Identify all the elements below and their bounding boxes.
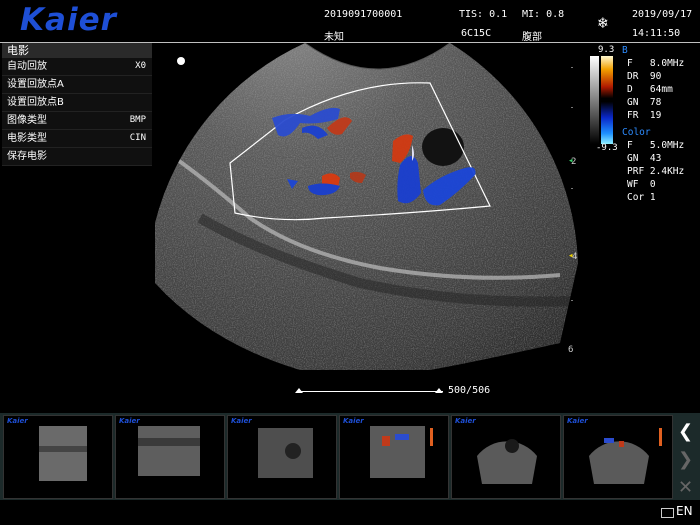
thumbnail[interactable]: Kaier xyxy=(339,415,449,499)
menu-title: 电影 xyxy=(2,43,152,58)
depth-label: 2 xyxy=(571,157,577,167)
menu-item-value: X0 xyxy=(135,61,146,71)
menu-item-label: 保存电影 xyxy=(7,151,47,162)
b-param-row: F 8.0MHz xyxy=(627,58,685,69)
menu-item-cine-type[interactable]: 电影类型 CIN xyxy=(2,130,152,148)
cine-start-marker-icon[interactable] xyxy=(295,388,303,393)
thumbnail[interactable]: Kaier xyxy=(451,415,561,499)
b-param-row: DR 90 xyxy=(627,71,662,82)
menu-item-auto-replay[interactable]: 自动回放 X0 xyxy=(2,58,152,76)
thumbnail-logo: Kaier xyxy=(119,417,140,425)
orientation-marker xyxy=(177,57,185,65)
freeze-snowflake-icon[interactable]: ❄ xyxy=(598,13,608,32)
color-param-row: PRF 2.4KHz xyxy=(627,166,685,177)
menu-item-label: 设置回放点B xyxy=(7,97,64,108)
thumbnail-image xyxy=(477,439,537,484)
prev-page-chevron-icon[interactable]: ❮ xyxy=(678,421,693,442)
menu-item-label: 图像类型 xyxy=(7,115,47,126)
depth-label: 4 xyxy=(572,252,578,262)
thumbnail-image xyxy=(370,426,433,478)
thumbnail-image xyxy=(258,428,313,478)
menu-item-value: BMP xyxy=(129,115,146,125)
thumbnail[interactable]: Kaier xyxy=(115,415,225,499)
cine-end-marker-icon[interactable] xyxy=(435,388,443,393)
b-param-row: D 64mm xyxy=(627,84,673,95)
thumbnail-logo: Kaier xyxy=(7,417,28,425)
cine-slider[interactable] xyxy=(295,383,447,395)
menu-item-label: 电影类型 xyxy=(7,133,47,144)
color-param-row: F 5.0MHz xyxy=(627,140,685,151)
cine-track xyxy=(297,391,443,392)
patient-name: 未知 xyxy=(324,32,344,43)
thumbnail-logo: Kaier xyxy=(567,417,588,425)
color-scale-bar xyxy=(601,56,613,144)
cine-menu: 电影 自动回放 X0 设置回放点A 设置回放点B 图像类型 BMP 电影类型 CIN … xyxy=(2,43,152,166)
b-param-row: GN 78 xyxy=(627,97,662,108)
color-param-row: WF 0 xyxy=(627,179,656,190)
probe-name: 6C15C xyxy=(461,28,492,39)
tis-value: TIS: 0.1 xyxy=(459,9,508,20)
keyboard-icon[interactable] xyxy=(661,508,674,518)
color-scale-min: -9.3 xyxy=(596,143,618,153)
depth-tick xyxy=(571,107,573,108)
date: 2019/09/17 xyxy=(632,9,693,20)
depth-label: 6 xyxy=(568,345,574,355)
menu-item-set-point-b[interactable]: 设置回放点B xyxy=(2,94,152,112)
menu-item-label: 设置回放点A xyxy=(7,79,64,90)
color-scale-max: 9.3 xyxy=(598,45,615,55)
cine-frame-counter: 500/506 xyxy=(448,385,491,396)
depth-tick xyxy=(571,300,573,301)
thumbnail-image xyxy=(39,426,87,481)
gray-scale-bar xyxy=(590,56,599,144)
thumbnail[interactable]: Kaier xyxy=(3,415,113,499)
close-icon[interactable]: ✕ xyxy=(678,477,693,498)
thumbnail[interactable]: Kaier xyxy=(563,415,673,499)
status-bar xyxy=(0,501,700,525)
exam-type: 腹部 xyxy=(522,32,542,43)
menu-item-save-cine[interactable]: 保存电影 xyxy=(2,148,152,166)
color-mode-label: Color xyxy=(622,127,651,138)
language-indicator[interactable]: EN xyxy=(676,504,693,518)
patient-id: 2019091700001 xyxy=(324,9,403,20)
thumbnail-logo: Kaier xyxy=(455,417,476,425)
time: 14:11:50 xyxy=(632,28,681,39)
menu-item-label: 自动回放 xyxy=(7,61,47,72)
menu-item-image-type[interactable]: 图像类型 BMP xyxy=(2,112,152,130)
menu-item-value: CIN xyxy=(129,133,146,143)
thumbnail-logo: Kaier xyxy=(231,417,252,425)
thumbnail-image xyxy=(589,428,662,484)
depth-tick xyxy=(571,188,573,189)
color-param-row: GN 43 xyxy=(627,153,662,164)
next-page-chevron-icon[interactable]: ❯ xyxy=(678,449,693,470)
color-param-row: Cor 1 xyxy=(627,192,656,203)
thumbnail[interactable]: Kaier xyxy=(227,415,337,499)
thumbnail-image xyxy=(138,426,200,476)
thumbnail-logo: Kaier xyxy=(343,417,364,425)
b-param-row: FR 19 xyxy=(627,110,662,121)
kaier-logo: Kaier xyxy=(20,2,117,38)
menu-item-set-point-a[interactable]: 设置回放点A xyxy=(2,76,152,94)
depth-tick xyxy=(571,67,573,68)
b-mode-label: B xyxy=(622,45,628,56)
mi-value: MI: 0.8 xyxy=(522,9,565,20)
